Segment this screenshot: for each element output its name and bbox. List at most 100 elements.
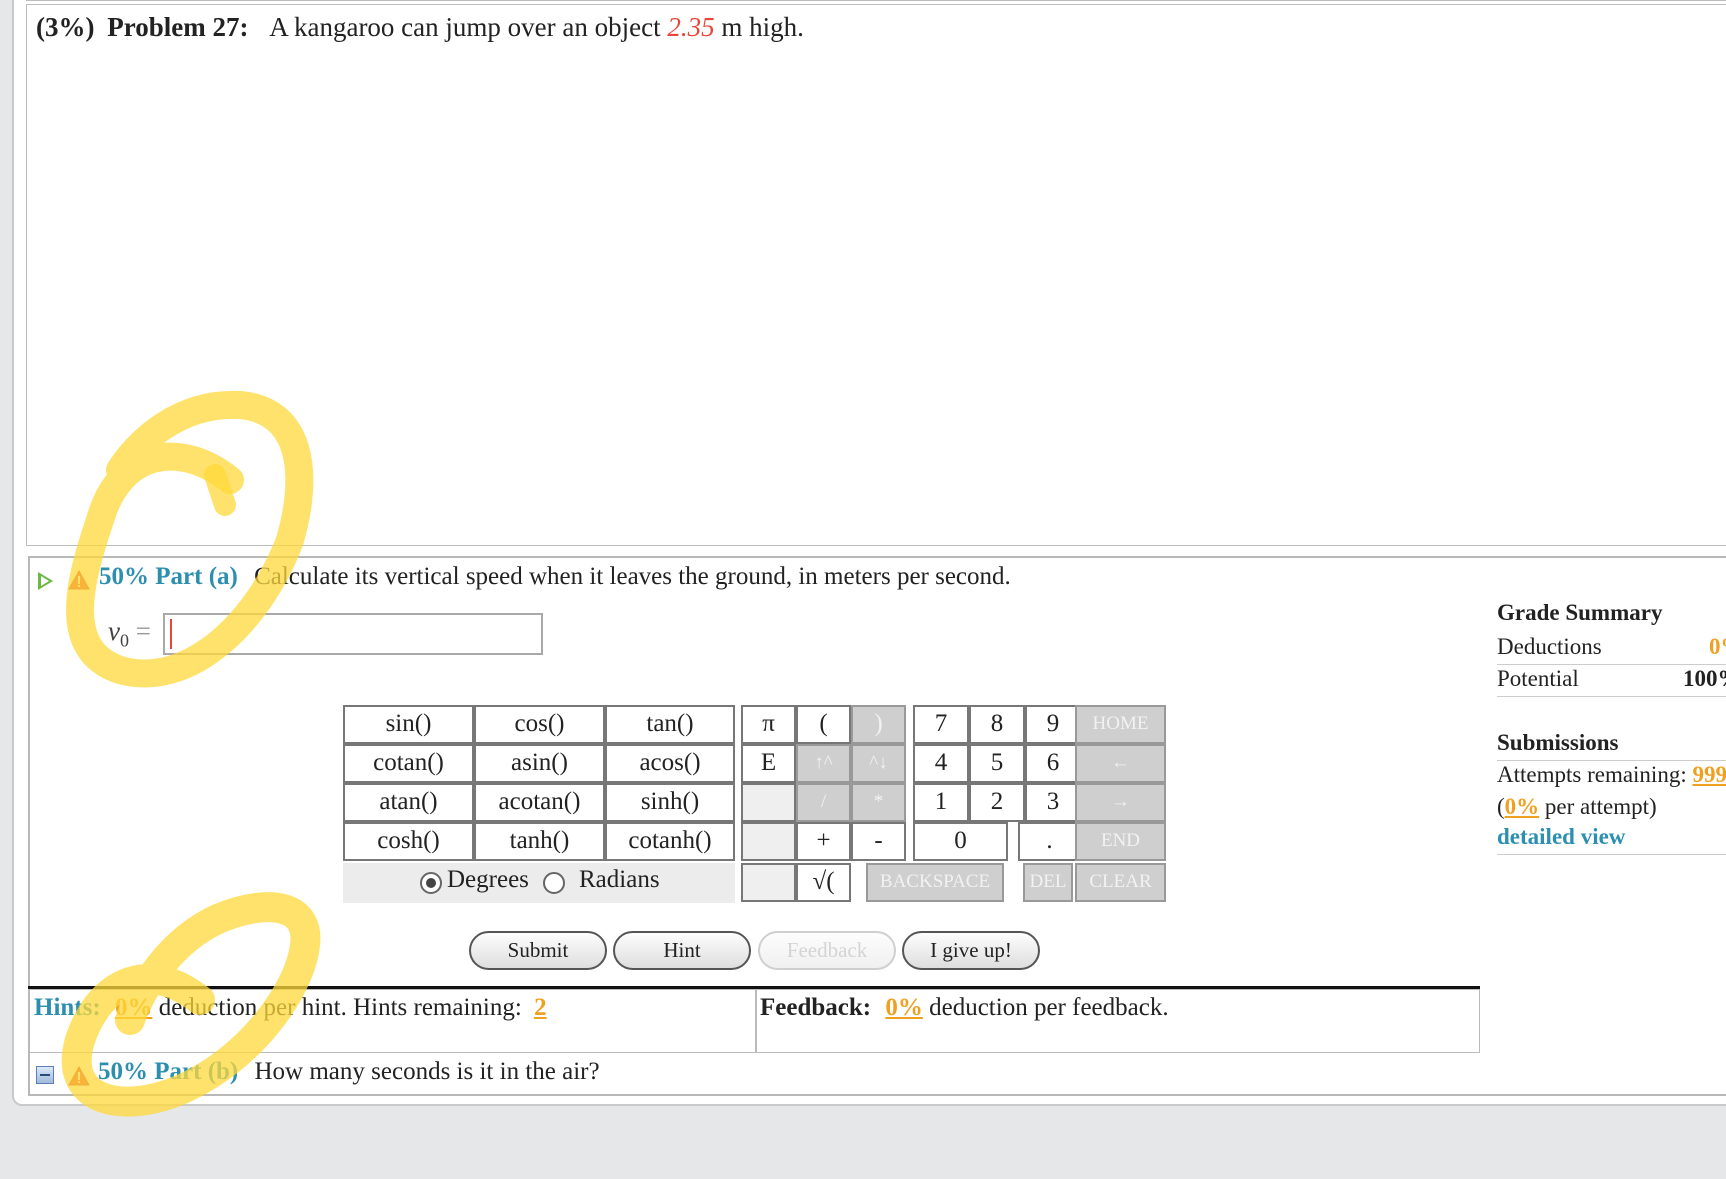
hints-text: deduction per hint. Hints remaining: [158,994,522,1021]
submissions-title: Submissions [1497,730,1619,755]
hints-deduction: 0% [114,994,153,1021]
part-a-header: 50% Part (a) Calculate its vertical spee… [99,563,1011,591]
potential-label: Potential [1497,666,1579,691]
key-backspace[interactable]: BACKSPACE [866,863,1004,902]
key-cosh[interactable]: cosh() [343,822,474,861]
deductions-label: Deductions [1497,634,1602,659]
per-attempt-text: per attempt) [1544,794,1657,819]
summary-divider-3 [1497,760,1726,761]
problem-weight: (3%) [36,12,95,42]
summary-divider-1 [1497,664,1726,665]
deductions-value: 0% [1709,634,1726,659]
key-cotan[interactable]: cotan() [343,744,474,783]
key-cotanh[interactable]: cotanh() [605,822,735,861]
key-end[interactable]: END [1075,822,1166,861]
part-b-question: How many seconds is it in the air? [254,1058,600,1085]
problem-text-after: m high. [721,12,804,42]
feedback-button[interactable]: Feedback [758,931,896,970]
key-acotan[interactable]: acotan() [474,783,605,822]
problem-label: Problem 27: [107,12,249,42]
per-attempt-value: 0% [1504,794,1540,819]
key-power-down[interactable]: ^↓ [851,744,906,783]
submit-button[interactable]: Submit [469,931,607,970]
play-icon[interactable] [38,572,53,590]
feedback-deduction: 0% [885,994,923,1021]
key-4[interactable]: 4 [913,744,969,783]
key-multiply[interactable]: * [851,783,906,822]
hints-info: Hints: 0% deduction per hint. Hints rema… [34,994,547,1022]
feedback-label: Feedback: [760,994,872,1021]
key-6[interactable]: 6 [1025,744,1081,783]
key-sinh[interactable]: sinh() [605,783,735,822]
summary-divider-2 [1497,696,1726,697]
variable-name: v [108,616,120,646]
key-pi[interactable]: π [741,705,796,744]
angle-mode-row: Degrees Radians [343,863,735,903]
key-2[interactable]: 2 [969,783,1025,822]
key-acos[interactable]: acos() [605,744,735,783]
give-up-button[interactable]: I give up! [902,931,1040,970]
radians-radio[interactable] [543,872,565,894]
problem-text-before: A kangaroo can jump over an object [269,12,661,42]
key-3[interactable]: 3 [1025,783,1081,822]
key-7[interactable]: 7 [913,705,969,744]
text-cursor [170,619,172,649]
key-0[interactable]: 0 [913,822,1008,861]
potential-value: 100% [1683,666,1726,691]
degrees-label: Degrees [447,866,529,893]
key-power-up[interactable]: ↑^ [796,744,851,783]
key-blank-2 [741,822,796,861]
problem-value: 2.35 [667,12,715,42]
key-9[interactable]: 9 [1025,705,1081,744]
key-home[interactable]: HOME [1075,705,1166,744]
key-tanh[interactable]: tanh() [474,822,605,861]
problem-statement: (3%) Problem 27: A kangaroo can jump ove… [36,12,804,43]
attempts-label: Attempts remaining: [1497,762,1687,787]
per-attempt-line: (0% per attempt) [1497,794,1657,820]
key-1[interactable]: 1 [913,783,969,822]
key-blank-1 [741,783,796,822]
key-close-paren[interactable]: ) [851,705,906,744]
key-plus[interactable]: + [796,822,851,861]
equals-sign: = [135,616,151,646]
part-a-question: Calculate its vertical speed when it lea… [254,563,1011,590]
key-dot[interactable]: . [1018,822,1081,861]
radians-label: Radians [579,866,660,893]
key-5[interactable]: 5 [969,744,1025,783]
key-clear[interactable]: CLEAR [1075,863,1166,902]
answer-variable-label: v0 = [108,616,151,651]
detailed-view-link[interactable]: detailed view [1497,824,1625,850]
part-b-label: 50% Part (b) [98,1058,239,1085]
key-sqrt[interactable]: √( [796,863,851,902]
collapse-icon[interactable] [36,1066,54,1084]
key-open-paren[interactable]: ( [796,705,851,744]
warning-icon [68,570,90,590]
summary-divider-4 [1497,854,1726,855]
answer-input[interactable] [163,613,543,655]
key-sin[interactable]: sin() [343,705,474,744]
hints-remaining: 2 [534,994,547,1021]
degrees-radio[interactable] [420,872,442,894]
key-del[interactable]: DEL [1023,863,1073,902]
key-8[interactable]: 8 [969,705,1025,744]
feedback-text: deduction per feedback. [929,994,1169,1021]
per-attempt-open-paren: ( [1497,794,1505,819]
part-b-header: 50% Part (b) How many seconds is it in t… [98,1058,600,1086]
key-minus[interactable]: - [851,822,906,861]
problem-statement-box [26,4,1726,546]
key-atan[interactable]: atan() [343,783,474,822]
key-e[interactable]: E [741,744,796,783]
key-cos[interactable]: cos() [474,705,605,744]
variable-subscript: 0 [119,630,129,651]
key-right-arrow[interactable]: → [1075,783,1166,822]
attempts-value: 999 [1692,762,1726,787]
key-blank-3 [741,863,796,902]
part-a-label: 50% Part (a) [99,563,238,590]
key-asin[interactable]: asin() [474,744,605,783]
key-left-arrow[interactable]: ← [1075,744,1166,783]
key-divide[interactable]: / [796,783,851,822]
feedback-info: Feedback: 0% deduction per feedback. [760,994,1169,1022]
key-tan[interactable]: tan() [605,705,735,744]
hint-button[interactable]: Hint [613,931,751,970]
hints-label: Hints: [34,994,101,1021]
